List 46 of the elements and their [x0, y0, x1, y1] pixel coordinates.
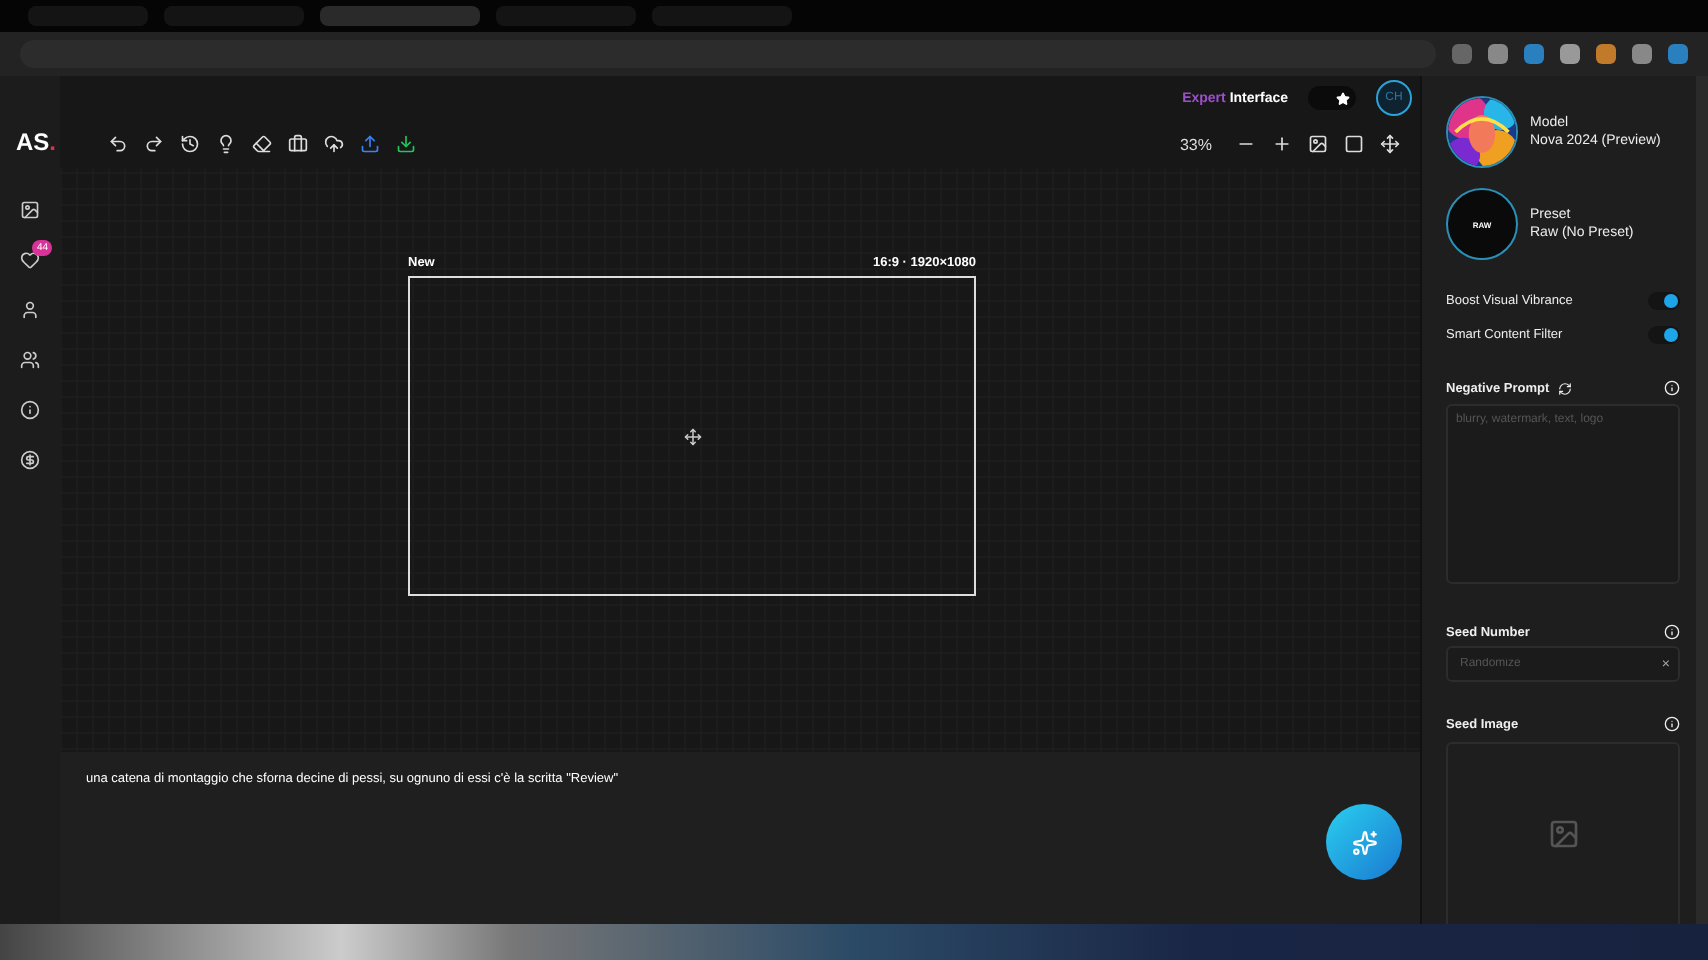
upload-icon — [360, 134, 380, 154]
image-icon — [1547, 818, 1579, 850]
logo: AS. — [14, 126, 59, 156]
info-icon[interactable] — [1664, 716, 1680, 732]
favorite-toggle[interactable] — [1308, 86, 1356, 110]
move-icon — [683, 427, 701, 445]
zoom-level: 33% — [1179, 135, 1212, 153]
toolbar-button[interactable] — [288, 134, 308, 154]
toolbar-button[interactable] — [1344, 134, 1364, 154]
model-thumbnail[interactable] — [1446, 96, 1518, 168]
info-icon[interactable] — [1664, 380, 1680, 396]
briefcase-icon — [288, 134, 308, 154]
star-icon — [1336, 91, 1350, 105]
heart-icon — [20, 250, 40, 270]
zoom-in-icon — [1272, 134, 1292, 154]
toolbar-button[interactable] — [1380, 134, 1400, 154]
toolbar-button[interactable] — [396, 134, 416, 154]
undo-icon — [108, 134, 128, 154]
square-icon — [1344, 134, 1364, 154]
toggle-switch[interactable] — [1648, 326, 1680, 344]
info-icon — [20, 400, 40, 420]
toolbar-button[interactable] — [1308, 134, 1328, 154]
toggle-switch[interactable] — [1648, 292, 1680, 310]
toolbar-button[interactable] — [324, 134, 344, 154]
info-icon[interactable] — [1664, 624, 1680, 640]
generate-button[interactable] — [1326, 804, 1402, 880]
users-icon — [20, 350, 40, 370]
toolbar-button[interactable] — [1272, 134, 1292, 154]
refresh-icon[interactable] — [1557, 381, 1572, 395]
download-icon — [396, 134, 416, 154]
lightbulb-icon — [216, 134, 236, 154]
toolbar-button[interactable] — [216, 134, 236, 154]
dollar-icon — [20, 450, 40, 470]
image-icon — [1308, 134, 1328, 154]
toolbar-button[interactable] — [252, 134, 272, 154]
toolbar-button[interactable] — [144, 134, 164, 154]
sparkle-icon — [1351, 829, 1377, 855]
gallery-icon — [20, 200, 40, 220]
move-icon — [1380, 134, 1400, 154]
toolbar-button[interactable] — [108, 134, 128, 154]
eraser-icon — [252, 134, 272, 154]
toolbar-button[interactable] — [180, 134, 200, 154]
cloud-upload-icon — [324, 134, 344, 154]
history-icon — [180, 134, 200, 154]
user-icon — [20, 300, 40, 320]
redo-icon — [144, 134, 164, 154]
